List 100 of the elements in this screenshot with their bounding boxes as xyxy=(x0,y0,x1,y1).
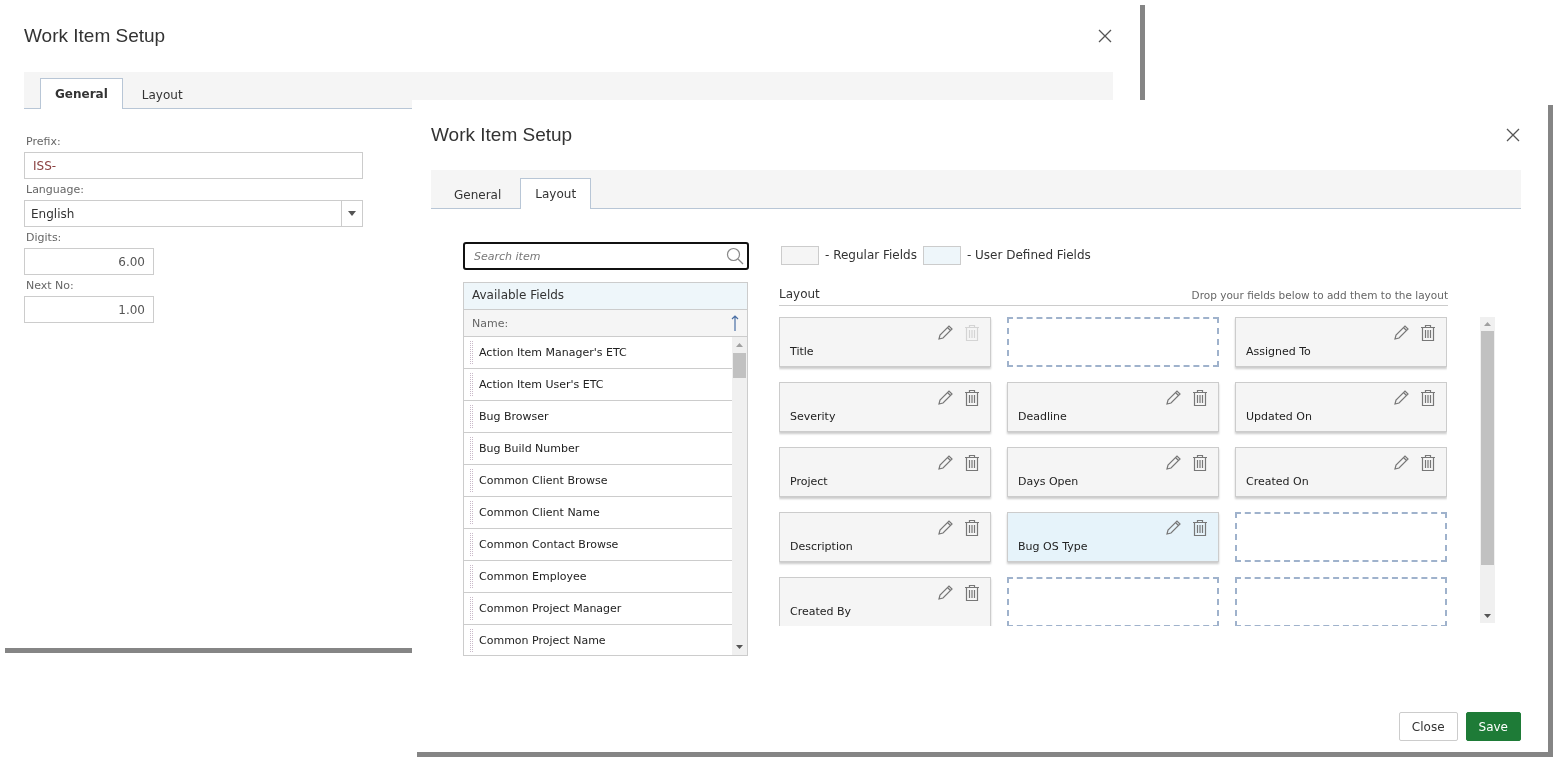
scrollbar[interactable] xyxy=(732,337,747,655)
drop-zone[interactable] xyxy=(1007,317,1219,367)
color-swatch xyxy=(781,245,819,265)
legend-label: - User Defined Fields xyxy=(966,248,1091,262)
tab[interactable]: General xyxy=(40,78,123,109)
caret-icon xyxy=(348,211,356,216)
tab[interactable]: General xyxy=(439,179,517,209)
drag-handle-icon[interactable] xyxy=(470,596,473,621)
hint-text: Drop your fields below to add them to the layout xyxy=(1191,289,1448,301)
field-card[interactable]: Deadline xyxy=(1007,382,1219,432)
list-item[interactable]: Common Client Browse xyxy=(479,474,608,487)
input-field[interactable]: 1.00 xyxy=(24,296,154,323)
field-name: Updated On xyxy=(1246,410,1312,423)
pencil-icon[interactable] xyxy=(936,324,954,342)
field-card[interactable]: Updated On xyxy=(1235,382,1447,432)
pencil-icon[interactable] xyxy=(1164,389,1182,407)
scroll-up-icon[interactable] xyxy=(1484,322,1491,326)
drag-handle-icon[interactable] xyxy=(470,340,473,365)
trash-icon[interactable] xyxy=(1420,454,1436,472)
close-button[interactable]: Close xyxy=(1398,712,1458,741)
field-label: Prefix: xyxy=(26,135,62,148)
trash-icon[interactable] xyxy=(964,454,980,472)
trash-icon[interactable] xyxy=(964,584,980,602)
drag-handle-icon[interactable] xyxy=(470,372,473,397)
pencil-icon[interactable] xyxy=(936,454,954,472)
field-name: Assigned To xyxy=(1246,345,1311,358)
pencil-icon[interactable] xyxy=(936,519,954,537)
search-icon[interactable] xyxy=(726,247,744,265)
field-name: Project xyxy=(790,475,828,488)
field-name: Bug OS Type xyxy=(1018,540,1088,553)
scrollbar-thumb[interactable] xyxy=(733,353,746,378)
field-card[interactable]: Severity xyxy=(779,382,991,432)
drop-zone[interactable] xyxy=(1007,577,1219,626)
drop-zone[interactable] xyxy=(1235,577,1447,626)
close-button[interactable] xyxy=(1505,127,1521,143)
dialog-title: Work Item Setup xyxy=(431,124,573,146)
field-card[interactable]: Description xyxy=(779,512,991,562)
scroll-down-icon[interactable] xyxy=(1484,614,1491,618)
drag-handle-icon[interactable] xyxy=(470,404,473,429)
field-label: Language: xyxy=(26,183,85,196)
pencil-icon[interactable] xyxy=(1392,324,1410,342)
input-field[interactable]: 6.00 xyxy=(24,248,154,275)
list-item[interactable]: Common Employee xyxy=(479,570,587,583)
trash-icon[interactable] xyxy=(964,519,980,537)
list-item[interactable]: Common Client Name xyxy=(479,506,600,519)
pencil-icon[interactable] xyxy=(1164,519,1182,537)
scroll-up-icon[interactable] xyxy=(736,343,743,347)
list-item[interactable]: Common Project Manager xyxy=(479,602,622,615)
field-card[interactable]: Assigned To xyxy=(1235,317,1447,367)
column-header[interactable]: Name: xyxy=(472,316,509,330)
list-item[interactable]: Bug Browser xyxy=(479,410,549,423)
trash-icon[interactable] xyxy=(1192,454,1208,472)
field-card[interactable]: Bug OS Type xyxy=(1007,512,1219,562)
drag-handle-icon[interactable] xyxy=(470,532,473,557)
field-card[interactable]: Created By xyxy=(779,577,991,626)
list-item[interactable]: Common Project Name xyxy=(479,634,606,647)
field-name: Title xyxy=(790,345,814,358)
field-card[interactable]: Title xyxy=(779,317,991,367)
list-item[interactable]: Bug Build Number xyxy=(479,442,580,455)
scrollbar-thumb[interactable] xyxy=(1481,331,1494,565)
save-button[interactable]: Save xyxy=(1465,712,1521,741)
trash-icon[interactable] xyxy=(1420,324,1436,342)
trash-icon[interactable] xyxy=(1420,389,1436,407)
field-name: Deadline xyxy=(1018,410,1067,423)
color-swatch xyxy=(922,245,961,265)
pencil-icon[interactable] xyxy=(1164,454,1182,472)
list-item[interactable]: Action Item User's ETC xyxy=(479,378,604,391)
tab[interactable]: Layout xyxy=(126,79,198,109)
field-card[interactable]: Created On xyxy=(1235,447,1447,497)
drop-zone[interactable] xyxy=(1235,512,1447,562)
drag-handle-icon[interactable] xyxy=(470,564,473,589)
pencil-icon[interactable] xyxy=(936,389,954,407)
drag-handle-icon[interactable] xyxy=(470,628,473,653)
field-name: Description xyxy=(790,540,853,553)
trash-icon[interactable] xyxy=(964,389,980,407)
panel-header: Available Fields xyxy=(464,283,747,310)
search-field[interactable]: Search item xyxy=(463,242,749,270)
scroll-down-icon[interactable] xyxy=(736,645,743,649)
pencil-icon[interactable] xyxy=(1392,454,1410,472)
field-name: Created On xyxy=(1246,475,1309,488)
drag-handle-icon[interactable] xyxy=(470,468,473,493)
scrollbar[interactable] xyxy=(1480,317,1495,623)
list-item[interactable]: Common Contact Browse xyxy=(479,538,619,551)
pencil-icon[interactable] xyxy=(936,584,954,602)
trash-icon[interactable] xyxy=(1192,389,1208,407)
list-item[interactable]: Action Item Manager's ETC xyxy=(479,346,627,359)
dropdown[interactable]: English xyxy=(24,200,363,227)
sort-arrow-icon[interactable] xyxy=(731,315,739,331)
drag-handle-icon[interactable] xyxy=(470,500,473,525)
section-title: Layout xyxy=(779,287,820,301)
drag-handle-icon[interactable] xyxy=(470,436,473,461)
input-field[interactable]: ISS- xyxy=(24,152,363,179)
tab[interactable]: Layout xyxy=(520,178,592,209)
close-button[interactable] xyxy=(1097,28,1113,44)
trash-icon[interactable] xyxy=(1192,519,1208,537)
pencil-icon[interactable] xyxy=(1392,389,1410,407)
field-name: Days Open xyxy=(1018,475,1079,488)
field-card[interactable]: Project xyxy=(779,447,991,497)
field-name: Severity xyxy=(790,410,836,423)
field-card[interactable]: Days Open xyxy=(1007,447,1219,497)
